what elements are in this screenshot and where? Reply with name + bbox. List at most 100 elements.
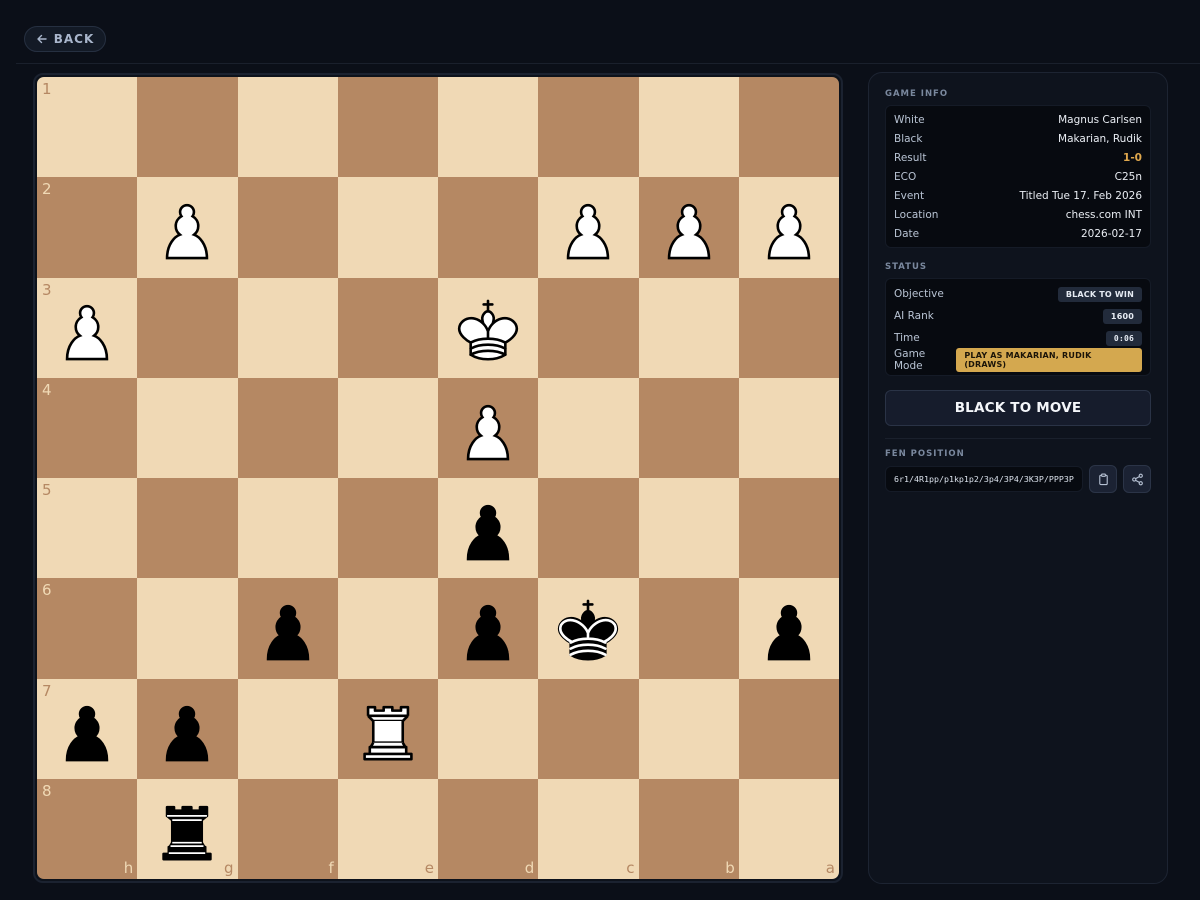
black-pawn-piece[interactable]	[449, 591, 527, 669]
board-square[interactable]: 1	[37, 77, 138, 178]
board-square[interactable]: 8h	[37, 778, 138, 879]
board-square[interactable]	[337, 678, 438, 779]
status-row-game-mode: Game Mode PLAY AS MAKARIAN, RUDIK (DRAWS…	[894, 348, 1142, 372]
back-button[interactable]: BACK	[24, 26, 106, 52]
file-label: e	[424, 859, 434, 877]
black-pawn-piece[interactable]	[48, 691, 126, 769]
white-pawn-piece[interactable]	[148, 190, 226, 268]
black-king-piece[interactable]	[549, 591, 627, 669]
board-square[interactable]: a	[738, 778, 839, 879]
clipboard-icon	[1098, 473, 1108, 485]
board-square[interactable]	[638, 177, 739, 278]
board-square[interactable]: 5	[37, 478, 138, 579]
board-square[interactable]	[538, 177, 639, 278]
board-square[interactable]	[538, 377, 639, 478]
fen-input[interactable]	[885, 466, 1083, 492]
board-square[interactable]: f	[237, 778, 338, 879]
board-square[interactable]	[337, 77, 438, 178]
board-square[interactable]	[738, 377, 839, 478]
board-square[interactable]	[438, 277, 539, 378]
board-square[interactable]	[638, 277, 739, 378]
board-square[interactable]: b	[638, 778, 739, 879]
board-square[interactable]	[438, 77, 539, 178]
share-fen-button[interactable]	[1123, 465, 1151, 493]
board-square[interactable]	[137, 277, 238, 378]
board-square[interactable]	[438, 478, 539, 579]
board-square[interactable]	[638, 77, 739, 178]
black-pawn-piece[interactable]	[750, 591, 828, 669]
rank-label: 5	[42, 481, 52, 499]
info-value: Makarian, Rudik	[1058, 132, 1142, 145]
white-pawn-piece[interactable]	[549, 190, 627, 268]
board-square[interactable]: 6	[37, 578, 138, 679]
board-square[interactable]	[237, 578, 338, 679]
file-label: c	[626, 859, 635, 877]
turn-indicator-button[interactable]: BLACK TO MOVE	[885, 390, 1151, 426]
board-square[interactable]	[538, 478, 639, 579]
divider	[885, 438, 1151, 439]
white-pawn-piece[interactable]	[750, 190, 828, 268]
board-square[interactable]	[738, 277, 839, 378]
board-square[interactable]: 4	[37, 377, 138, 478]
black-pawn-piece[interactable]	[148, 691, 226, 769]
board-square[interactable]	[137, 578, 238, 679]
board-square[interactable]: g	[137, 778, 238, 879]
board-square[interactable]	[438, 377, 539, 478]
board-square[interactable]	[137, 377, 238, 478]
board-square[interactable]	[337, 377, 438, 478]
board-square[interactable]	[337, 578, 438, 679]
board-square[interactable]	[638, 478, 739, 579]
board-square[interactable]	[337, 277, 438, 378]
board-square[interactable]	[538, 578, 639, 679]
copy-fen-button[interactable]	[1089, 465, 1117, 493]
board-square[interactable]: e	[337, 778, 438, 879]
board-square[interactable]	[237, 77, 338, 178]
status-key: AI Rank	[894, 310, 934, 322]
status-key: Objective	[894, 288, 944, 300]
board-square[interactable]	[738, 177, 839, 278]
board-square[interactable]: 7	[37, 678, 138, 779]
board-square[interactable]: 2	[37, 177, 138, 278]
board-square[interactable]	[538, 77, 639, 178]
chess-board[interactable]: 1234 5 678hgf ed cba	[37, 77, 839, 879]
board-square[interactable]	[538, 678, 639, 779]
board-square[interactable]	[137, 77, 238, 178]
board-square[interactable]	[738, 678, 839, 779]
board-square[interactable]	[237, 678, 338, 779]
white-king-piece[interactable]	[449, 290, 527, 368]
board-square[interactable]	[237, 177, 338, 278]
board-square[interactable]	[137, 177, 238, 278]
board-square[interactable]: 3	[37, 277, 138, 378]
board-square[interactable]: d	[438, 778, 539, 879]
status-row-objective: Objective BLACK TO WIN	[894, 283, 1142, 305]
board-square[interactable]: c	[538, 778, 639, 879]
board-square[interactable]	[738, 478, 839, 579]
info-key: ECO	[894, 170, 917, 183]
board-square[interactable]	[237, 377, 338, 478]
info-value: 2026-02-17	[1080, 227, 1142, 240]
board-square[interactable]	[438, 578, 539, 679]
board-square[interactable]	[638, 578, 739, 679]
white-rook-piece[interactable]	[349, 691, 427, 769]
board-square[interactable]	[137, 478, 238, 579]
board-square[interactable]	[638, 377, 739, 478]
board-square[interactable]	[538, 277, 639, 378]
board-square[interactable]	[237, 478, 338, 579]
black-pawn-piece[interactable]	[249, 591, 327, 669]
black-rook-piece[interactable]	[148, 791, 226, 869]
board-square[interactable]	[438, 678, 539, 779]
white-pawn-piece[interactable]	[48, 290, 126, 368]
board-square[interactable]	[738, 578, 839, 679]
black-pawn-piece[interactable]	[449, 491, 527, 569]
board-square[interactable]	[738, 77, 839, 178]
board-square[interactable]	[137, 678, 238, 779]
white-pawn-piece[interactable]	[650, 190, 728, 268]
game-mode-badge: PLAY AS MAKARIAN, RUDIK (DRAWS)	[956, 348, 1142, 372]
info-row-black: Black Makarian, Rudik	[894, 129, 1142, 148]
white-pawn-piece[interactable]	[449, 390, 527, 468]
board-square[interactable]	[237, 277, 338, 378]
board-square[interactable]	[337, 177, 438, 278]
board-square[interactable]	[337, 478, 438, 579]
board-square[interactable]	[638, 678, 739, 779]
board-square[interactable]	[438, 177, 539, 278]
